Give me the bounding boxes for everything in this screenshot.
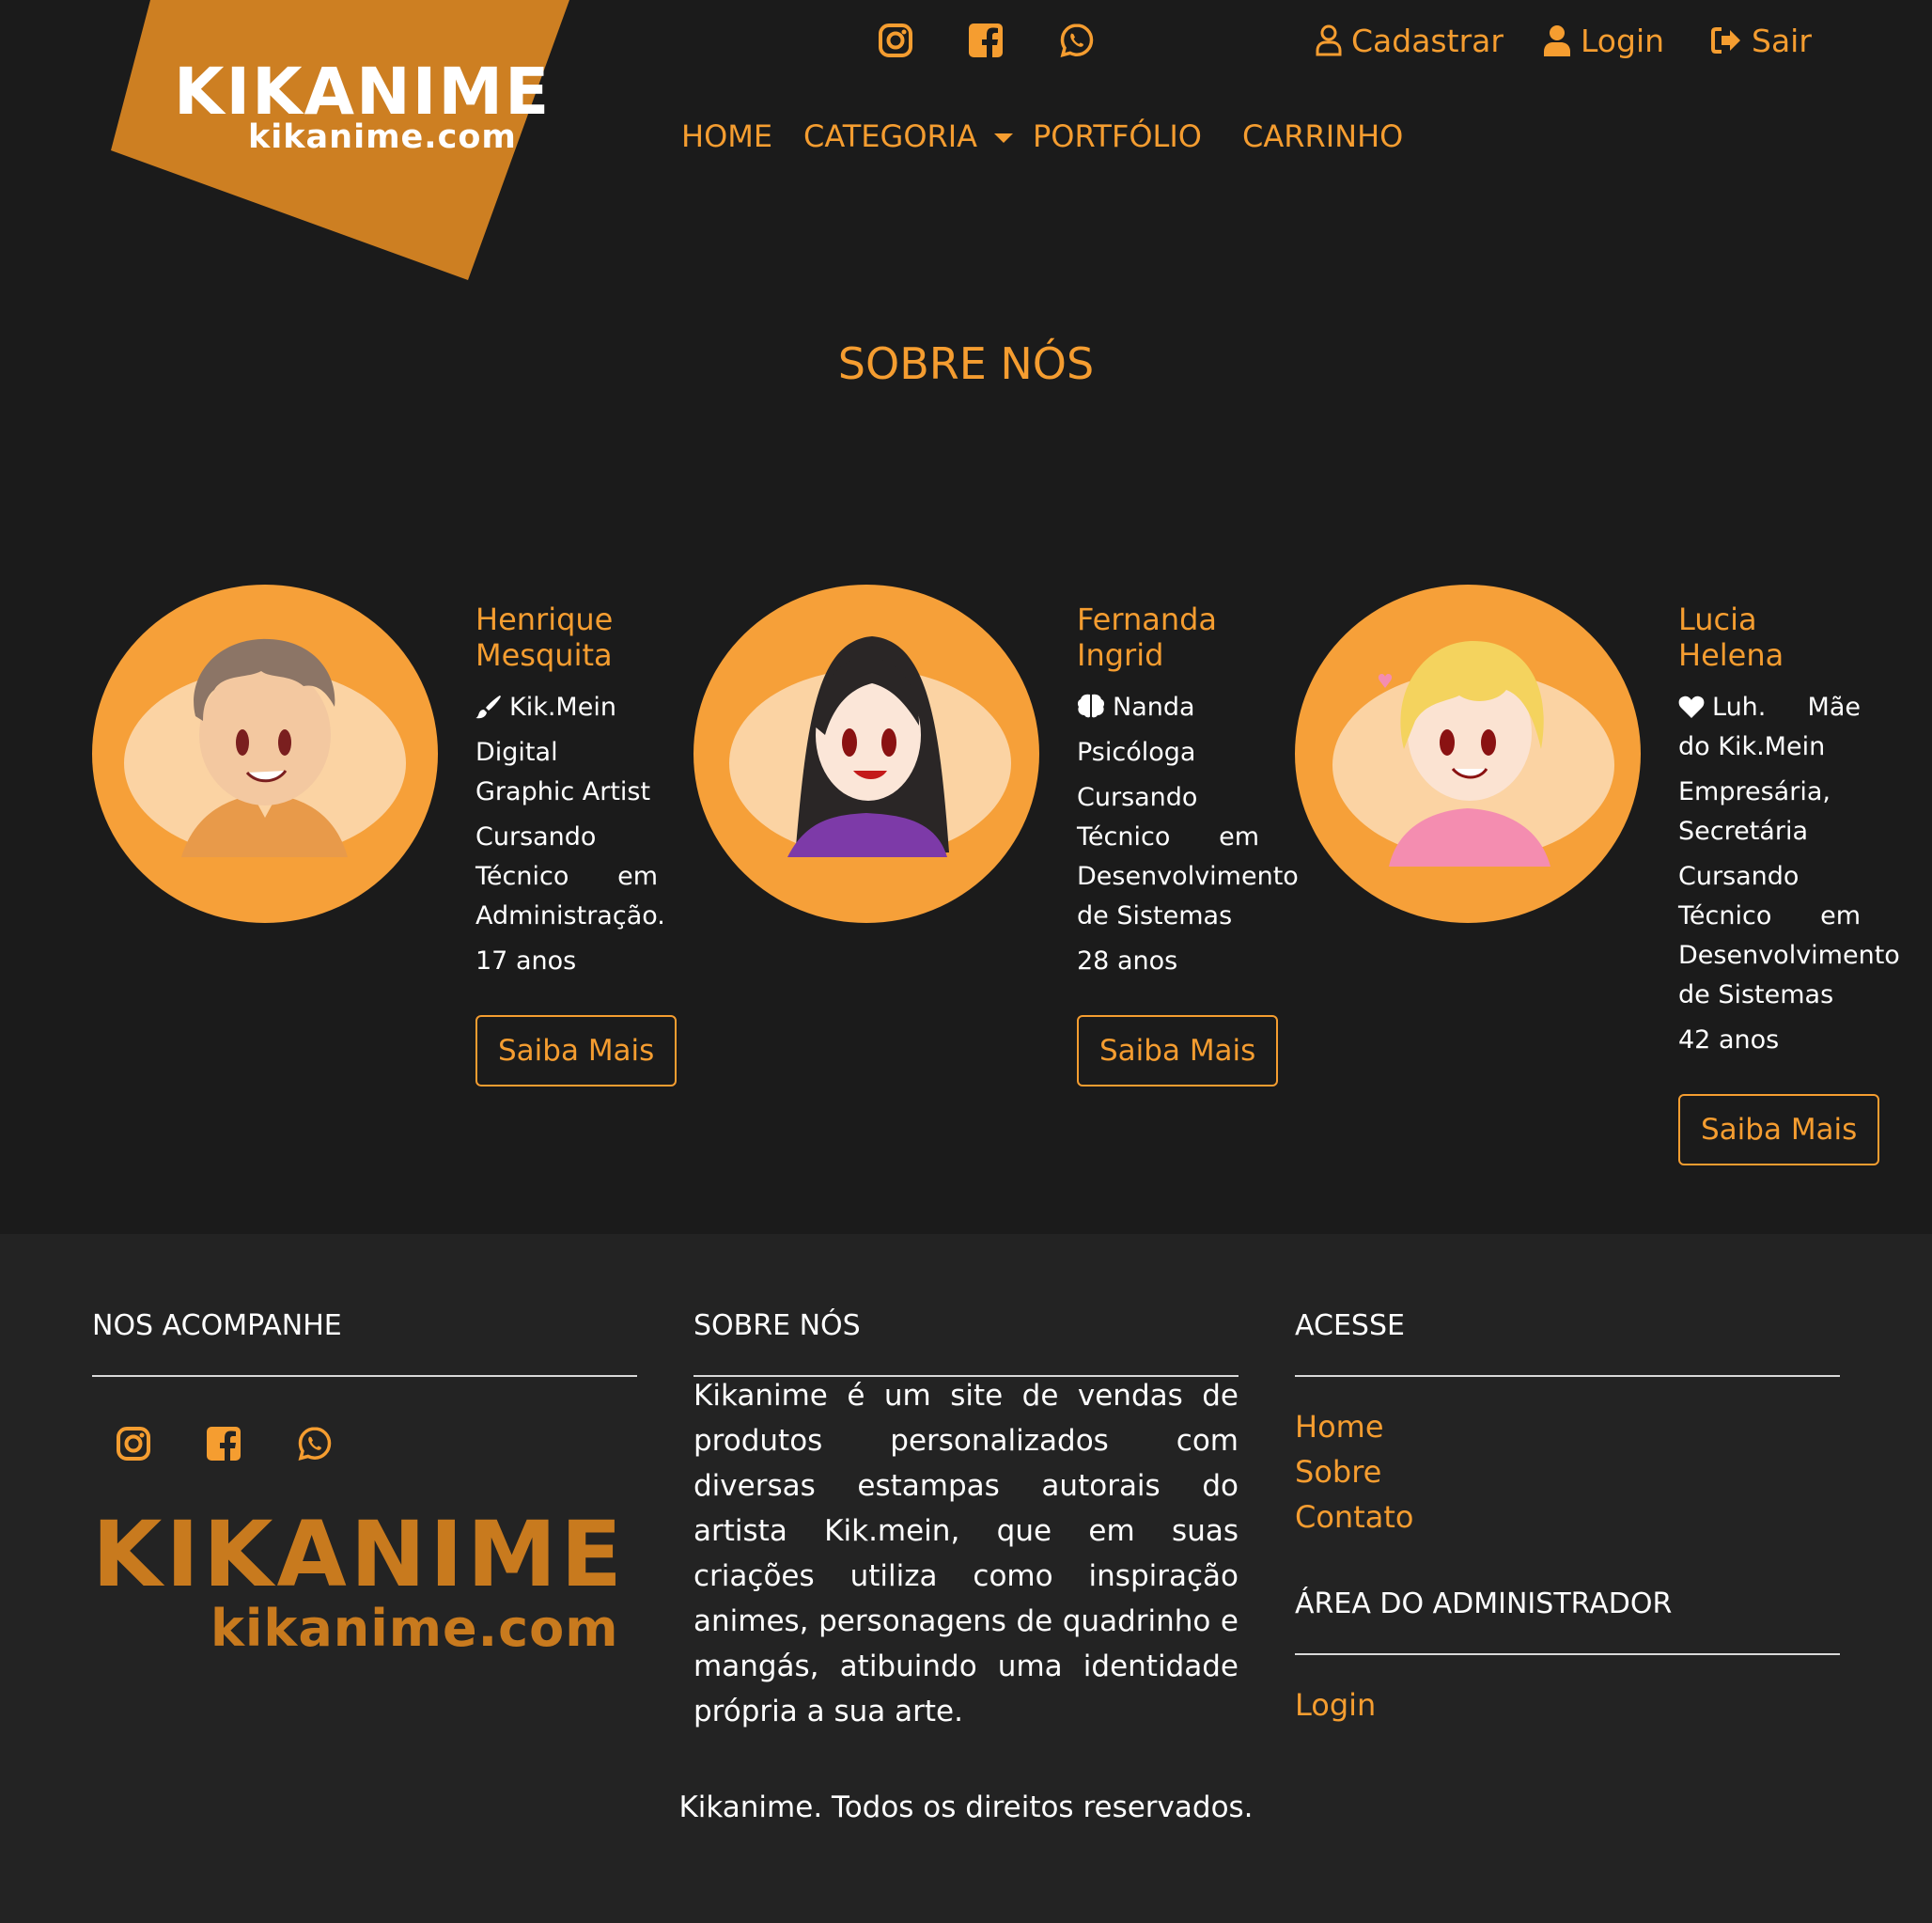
heart-icon [1678, 696, 1705, 718]
logout-link[interactable]: Sair [1710, 19, 1812, 62]
nav-categoria-label: CATEGORIA [803, 118, 978, 154]
whatsapp-icon[interactable] [293, 1422, 336, 1465]
member-study: Cursando Técnico em Administração. [475, 822, 665, 930]
chevron-down-icon [994, 133, 1014, 143]
brain-icon [1077, 694, 1105, 718]
copyright: Kikanime. Todos os direitos reservados. [678, 1790, 1254, 1824]
footer-logo-title: KIKANIME [92, 1502, 626, 1607]
member-card-fernanda: Fernanda Ingrid Nanda Psicóloga Cursando… [1077, 602, 1299, 1087]
footer-link-admin-login[interactable]: Login [1295, 1687, 1376, 1723]
register-label: Cadastrar [1351, 22, 1504, 59]
footer-link-home[interactable]: Home [1295, 1409, 1384, 1445]
instagram-icon[interactable] [112, 1422, 155, 1465]
member-age: 28 anos [1077, 946, 1178, 976]
member-nickname: Kik.Mein [475, 688, 658, 727]
footer-link-contato[interactable]: Contato [1295, 1499, 1413, 1535]
member-nickname: Luh. Mãe do Kik.Mein [1678, 693, 1861, 761]
nav-home-label: HOME [681, 118, 773, 154]
top-section: KIKANIME kikanime.com Cadastrar Login Sa… [0, 0, 1932, 1234]
footer-link-sobre[interactable]: Sobre [1295, 1454, 1381, 1490]
paint-brush-icon [475, 696, 501, 719]
instagram-icon[interactable] [874, 19, 917, 62]
login-link[interactable]: Login [1543, 19, 1664, 62]
member-nickname: Nanda [1077, 688, 1259, 727]
member-avatar-henrique [92, 585, 438, 923]
footer-follow-title: NOS ACOMPANHE [92, 1309, 342, 1342]
site-logo[interactable]: KIKANIME kikanime.com [0, 0, 601, 291]
user-solid-icon [1544, 25, 1570, 56]
divider [92, 1375, 637, 1377]
footer: NOS ACOMPANHE KIKANIME kikanime.com SOBR… [0, 1234, 1932, 1923]
facebook-icon[interactable] [202, 1422, 245, 1465]
user-outline-icon [1316, 24, 1342, 56]
register-link[interactable]: Cadastrar [1316, 19, 1504, 62]
member-name: Fernanda Ingrid [1077, 602, 1218, 673]
nav-categoria[interactable]: CATEGORIA [803, 118, 1014, 154]
nav-carrinho[interactable]: CARRINHO [1242, 118, 1403, 154]
member-age: 17 anos [475, 946, 577, 976]
footer-about-text: Kikanime é um site de vendas de produtos… [693, 1379, 1239, 1728]
member-role: Empresária, Secretária [1678, 777, 1831, 846]
member-name: Lucia Helena [1678, 602, 1784, 673]
member-study: Cursando Técnico em Desenvolvimento de S… [1678, 862, 1900, 1009]
divider [1295, 1653, 1840, 1655]
footer-admin-title: ÁREA DO ADMINISTRADOR [1295, 1587, 1673, 1620]
saiba-mais-button[interactable]: Saiba Mais [1678, 1094, 1880, 1165]
whatsapp-icon[interactable] [1055, 19, 1098, 62]
facebook-icon[interactable] [964, 19, 1007, 62]
member-age: 42 anos [1678, 1025, 1780, 1055]
divider [1295, 1375, 1840, 1377]
nav-portfolio-label: PORTFÓLIO [1033, 118, 1202, 154]
nav-home[interactable]: HOME [681, 118, 772, 154]
member-name: Henrique Mesquita [475, 602, 614, 673]
footer-access-title: ACESSE [1295, 1309, 1405, 1342]
footer-about-title: SOBRE NÓS [693, 1309, 861, 1342]
member-card-henrique: Henrique Mesquita Kik.Mein Digital Graph… [475, 602, 678, 1087]
member-role: Digital Graphic Artist [475, 738, 651, 806]
member-card-lucia: Lucia Helena Luh. Mãe do Kik.Mein Empres… [1678, 602, 1900, 1165]
nav-portfolio[interactable]: PORTFÓLIO [1033, 118, 1202, 154]
nav-carrinho-label: CARRINHO [1242, 118, 1404, 154]
member-role: Psicóloga [1077, 738, 1196, 767]
page-title: SOBRE NÓS [837, 338, 1095, 389]
member-study: Cursando Técnico em Desenvolvimento de S… [1077, 783, 1299, 930]
sign-out-icon [1711, 27, 1740, 54]
logo-domain: kikanime.com [248, 118, 517, 156]
saiba-mais-button[interactable]: Saiba Mais [1077, 1015, 1279, 1087]
logout-label: Sair [1752, 22, 1812, 59]
member-avatar-lucia [1295, 585, 1641, 923]
saiba-mais-button[interactable]: Saiba Mais [475, 1015, 678, 1087]
footer-logo-domain: kikanime.com [210, 1599, 619, 1658]
login-label: Login [1581, 22, 1665, 59]
member-avatar-fernanda [693, 585, 1039, 923]
